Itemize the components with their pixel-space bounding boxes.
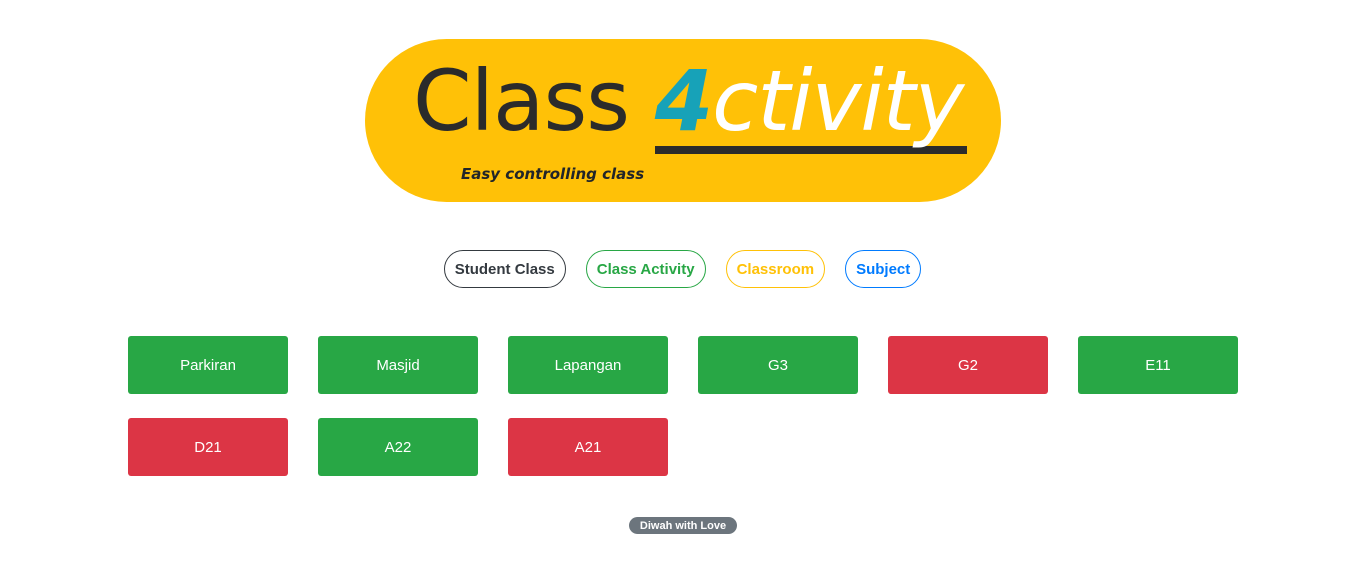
nav-classroom-button[interactable]: Classroom <box>725 250 826 288</box>
room-button-g2[interactable]: G2 <box>888 336 1048 394</box>
logo-word-activity: 4ctivity <box>654 56 968 154</box>
nav-student-class-button[interactable]: Student Class <box>443 250 566 288</box>
room-button-a22[interactable]: A22 <box>318 418 478 476</box>
room-button-e11[interactable]: E11 <box>1078 336 1238 394</box>
logo-word-rest: ctivity <box>712 52 964 150</box>
nav-subject-button[interactable]: Subject <box>845 250 922 288</box>
hero-banner: Class 4ctivity Easy controlling class <box>365 39 1001 202</box>
room-button-d21[interactable]: D21 <box>128 418 288 476</box>
room-button-parkiran[interactable]: Parkiran <box>128 336 288 394</box>
nav-class-activity-button[interactable]: Class Activity <box>585 250 706 288</box>
logo-word-class: Class <box>413 52 630 150</box>
logo-digit: 4 <box>654 52 713 150</box>
app-logo-title: Class 4ctivity <box>413 49 968 154</box>
room-button-g3[interactable]: G3 <box>698 336 858 394</box>
room-grid: Parkiran Masjid Lapangan G3 G2 E11 D21 A… <box>128 336 1238 476</box>
room-button-a21[interactable]: A21 <box>508 418 668 476</box>
room-button-masjid[interactable]: Masjid <box>318 336 478 394</box>
room-button-lapangan[interactable]: Lapangan <box>508 336 668 394</box>
footer-badge: Diwah with Love <box>629 517 737 534</box>
page: Class 4ctivity Easy controlling class St… <box>0 0 1365 582</box>
main-nav: Student Class Class Activity Classroom S… <box>0 250 1365 288</box>
tagline: Easy controlling class <box>461 165 645 183</box>
